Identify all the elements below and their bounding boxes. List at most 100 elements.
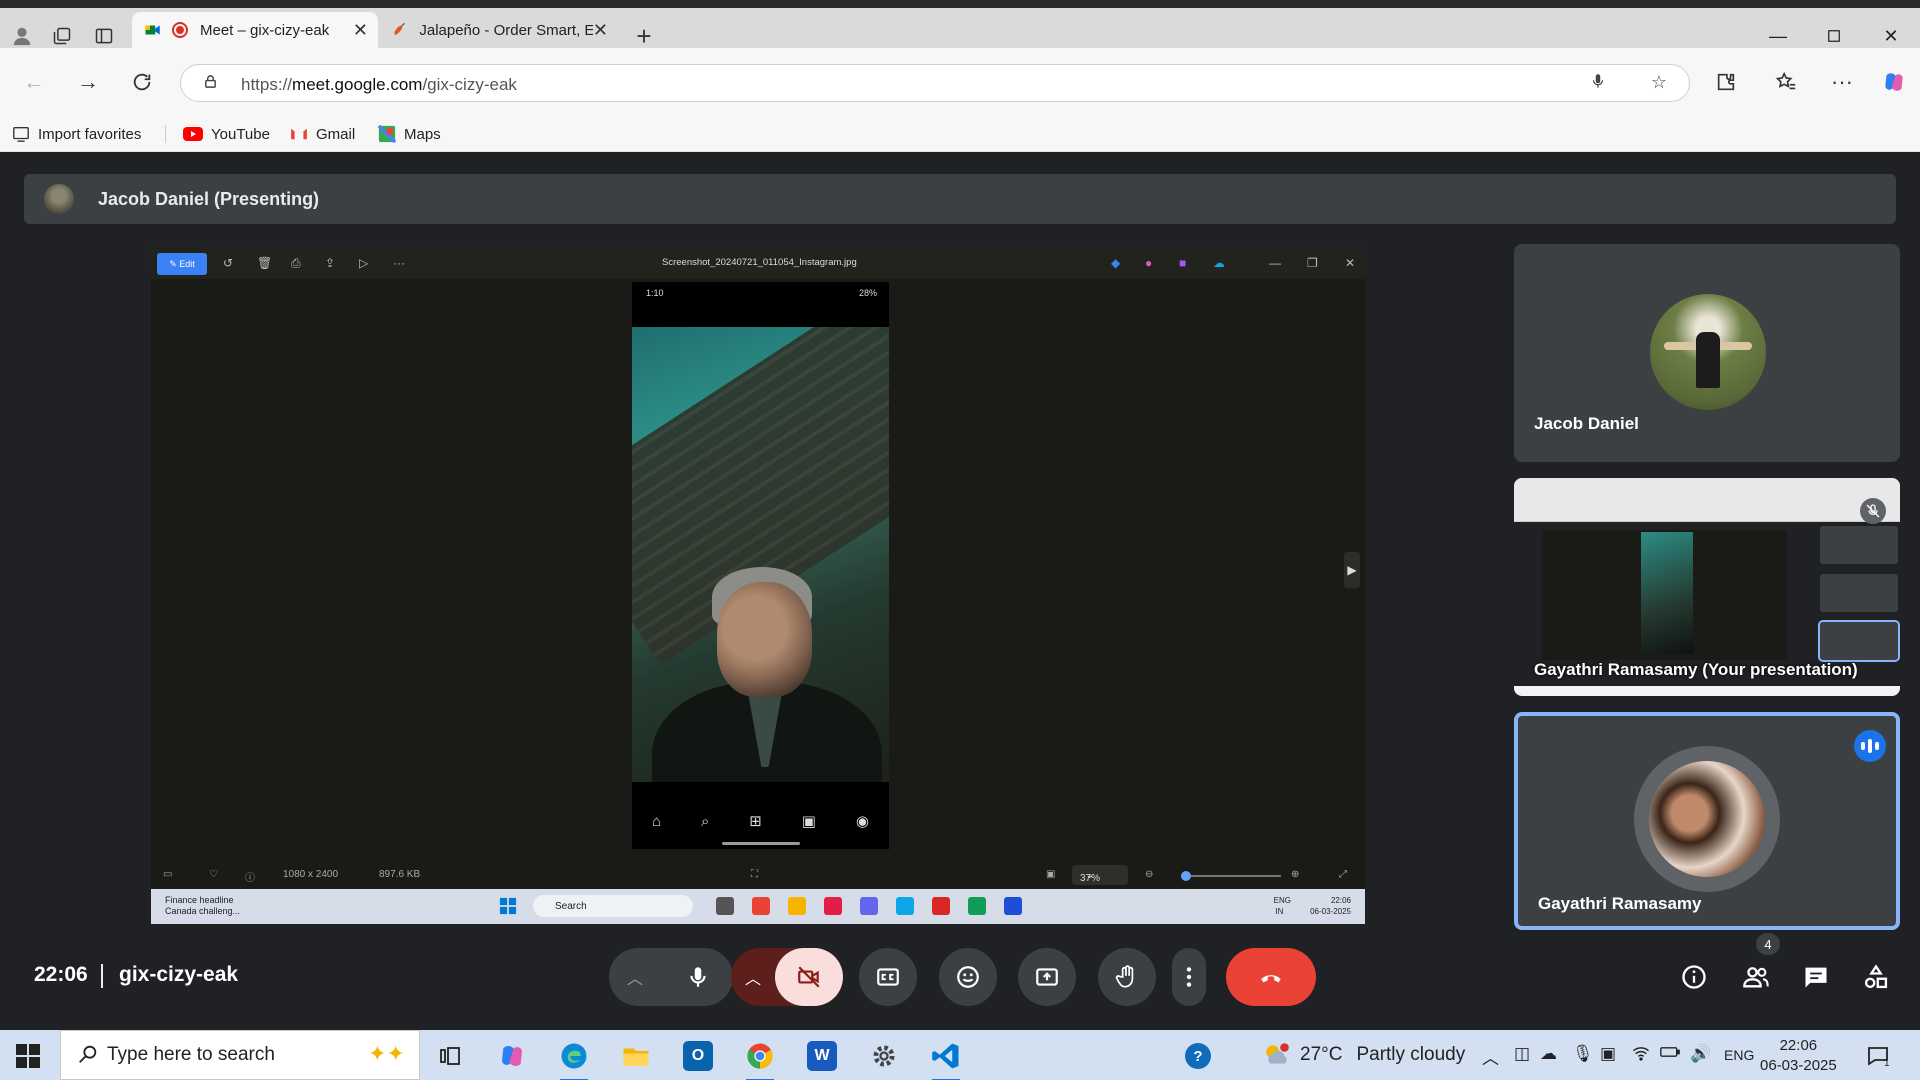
taskbar-search[interactable]: Type here to search ✦✦ [60, 1030, 420, 1080]
photo-viewer-toolbar: ✎ Edit ↺ 🗑 ⎙ ⇪ ▷ ··· Screenshot_20240721… [151, 247, 1365, 279]
help-button[interactable]: ? [1176, 1038, 1220, 1074]
taskbar-word[interactable]: W [800, 1038, 844, 1074]
bookmark-maps[interactable]: Maps [378, 122, 441, 146]
meeting-info-button[interactable] [1669, 948, 1719, 1006]
task-view-button[interactable] [428, 1038, 472, 1074]
zoom-slider [1181, 871, 1281, 881]
url-text[interactable]: https://meet.google.com/gix-cizy-eak [241, 75, 517, 95]
edge-icon [561, 1043, 587, 1069]
onedrive-icon[interactable]: ☁ [1540, 1044, 1557, 1064]
vscode-icon [932, 1043, 959, 1069]
taskbar-edge[interactable] [552, 1038, 596, 1080]
phone-time: 1:10 [646, 288, 664, 298]
bookmark-label: YouTube [211, 125, 270, 143]
add-post-icon: ⊞ [749, 813, 762, 830]
language-indicator[interactable]: ENG [1724, 1047, 1754, 1063]
favorites-icon[interactable] [1768, 64, 1804, 100]
outlook-icon: O [683, 1041, 713, 1071]
end-call-icon [1261, 975, 1281, 983]
presentation-thumbnail-tile [1818, 620, 1900, 662]
taskbar-chrome[interactable] [738, 1038, 782, 1080]
raise-hand-button[interactable] [1098, 948, 1156, 1006]
help-icon: ? [1185, 1043, 1211, 1069]
photo-viewer-statusbar: ▭ ♡ ⓘ 1080 x 2400 897.6 KB ⛶ ▣ 37% ⌄ ⊖ ⊕… [151, 861, 1365, 889]
search-icon [77, 1043, 99, 1071]
back-icon[interactable]: ← [16, 64, 52, 100]
bookmark-gmail[interactable]: Gmail [290, 122, 355, 146]
microphone-icon[interactable] [1589, 72, 1607, 95]
video-options-chevron-icon[interactable]: ︿ [731, 948, 775, 1006]
gear-icon [873, 1045, 895, 1067]
start-button[interactable] [16, 1044, 40, 1068]
wifi-icon[interactable] [1632, 1044, 1650, 1067]
snapshot-icon: ▣ [1046, 869, 1056, 880]
reactions-button[interactable] [939, 948, 997, 1006]
taskbar-copilot[interactable] [490, 1038, 534, 1074]
tab-meet[interactable]: Meet – gix-cizy-eak ✕ [132, 12, 378, 48]
captions-icon [877, 968, 899, 986]
maps-icon [378, 125, 396, 143]
microphone-button[interactable] [663, 948, 733, 1006]
shared-taskbar-apps [716, 897, 1022, 915]
lock-icon[interactable] [203, 74, 218, 94]
word-icon: W [807, 1041, 837, 1071]
system-clock[interactable]: 22:06 06-03-2025 [1760, 1036, 1837, 1076]
people-button[interactable] [1731, 948, 1781, 1006]
participant-tile-jacob[interactable]: Jacob Daniel [1514, 244, 1900, 462]
copilot-icon: ● [1145, 256, 1153, 270]
present-screen-button[interactable] [1018, 948, 1076, 1006]
info-icon: ⓘ [245, 873, 255, 884]
chat-button[interactable] [1791, 948, 1841, 1006]
weather-temperature: 27°C [1300, 1044, 1343, 1065]
zoom-out-icon: ⊖ [1145, 869, 1154, 880]
hand-icon [1115, 965, 1134, 988]
tab-jalapeno[interactable]: Jalapeño - Order Smart, Eat Healt ✕ [378, 12, 618, 48]
forward-icon[interactable]: → [70, 64, 106, 100]
more-icon: ··· [393, 256, 405, 270]
camera-icon[interactable]: ▣ [1600, 1044, 1616, 1064]
activities-button[interactable] [1851, 948, 1901, 1006]
designer-icon: ◆ [1111, 256, 1121, 270]
search-placeholder: Type here to search [107, 1044, 275, 1065]
copilot-icon[interactable] [1876, 64, 1912, 100]
show-hidden-icons-chevron-icon[interactable]: ︿ [1482, 1044, 1499, 1069]
refresh-icon[interactable] [124, 64, 160, 100]
battery-icon[interactable] [1660, 1044, 1680, 1064]
bookmark-divider [165, 125, 166, 143]
more-options-button[interactable] [1172, 948, 1206, 1006]
audio-options-chevron-icon[interactable]: ︿ [609, 948, 661, 1006]
bookmark-label: Import favorites [38, 125, 142, 143]
device-icon[interactable]: ◫ [1514, 1044, 1530, 1064]
taskbar-settings[interactable] [862, 1038, 906, 1074]
favorite-star-icon[interactable]: ☆ [1651, 72, 1667, 93]
close-icon: ✕ [1345, 256, 1356, 270]
taskbar-outlook[interactable]: O [676, 1038, 720, 1074]
participant-tile-self[interactable]: Gayathri Ramasamy [1514, 712, 1900, 930]
participant-tile-presentation[interactable]: Gayathri Ramasamy (Your presentation) [1514, 478, 1900, 696]
close-tab-icon[interactable]: ✕ [593, 20, 608, 41]
bookmark-youtube[interactable]: YouTube [183, 122, 270, 146]
taskbar-vscode[interactable] [924, 1038, 968, 1080]
microphone-icon[interactable]: 🎙 [1572, 1044, 1594, 1064]
participant-name: Gayathri Ramasamy (Your presentation) [1534, 660, 1858, 679]
leave-call-button[interactable] [1226, 948, 1316, 1006]
captions-button[interactable] [859, 948, 917, 1006]
search-highlight-icon: ✦✦ [368, 1041, 405, 1066]
more-menu-icon[interactable]: ··· [1824, 64, 1860, 100]
bookmark-import-favorites[interactable]: Import favorites [12, 122, 141, 146]
taskbar-file-explorer[interactable] [614, 1038, 658, 1074]
volume-icon[interactable]: 🔊 [1690, 1044, 1711, 1064]
speaking-indicator-icon [1854, 730, 1886, 762]
people-icon [1743, 967, 1769, 988]
dimensions-text: 1080 x 2400 [283, 869, 339, 880]
chrome-icon [747, 1043, 773, 1069]
muted-icon [1860, 498, 1886, 524]
minimize-icon: — [1269, 256, 1281, 270]
presentation-thumbnail-browser [1514, 478, 1900, 522]
weather-widget[interactable]: 27°C Partly cloudy [1262, 1042, 1465, 1068]
close-tab-icon[interactable]: ✕ [353, 20, 368, 41]
camera-off-icon [798, 966, 820, 988]
extensions-icon[interactable] [1708, 64, 1744, 100]
address-bar[interactable]: https://meet.google.com/gix-cizy-eak ☆ [180, 64, 1690, 102]
camera-off-button[interactable] [775, 948, 843, 1006]
